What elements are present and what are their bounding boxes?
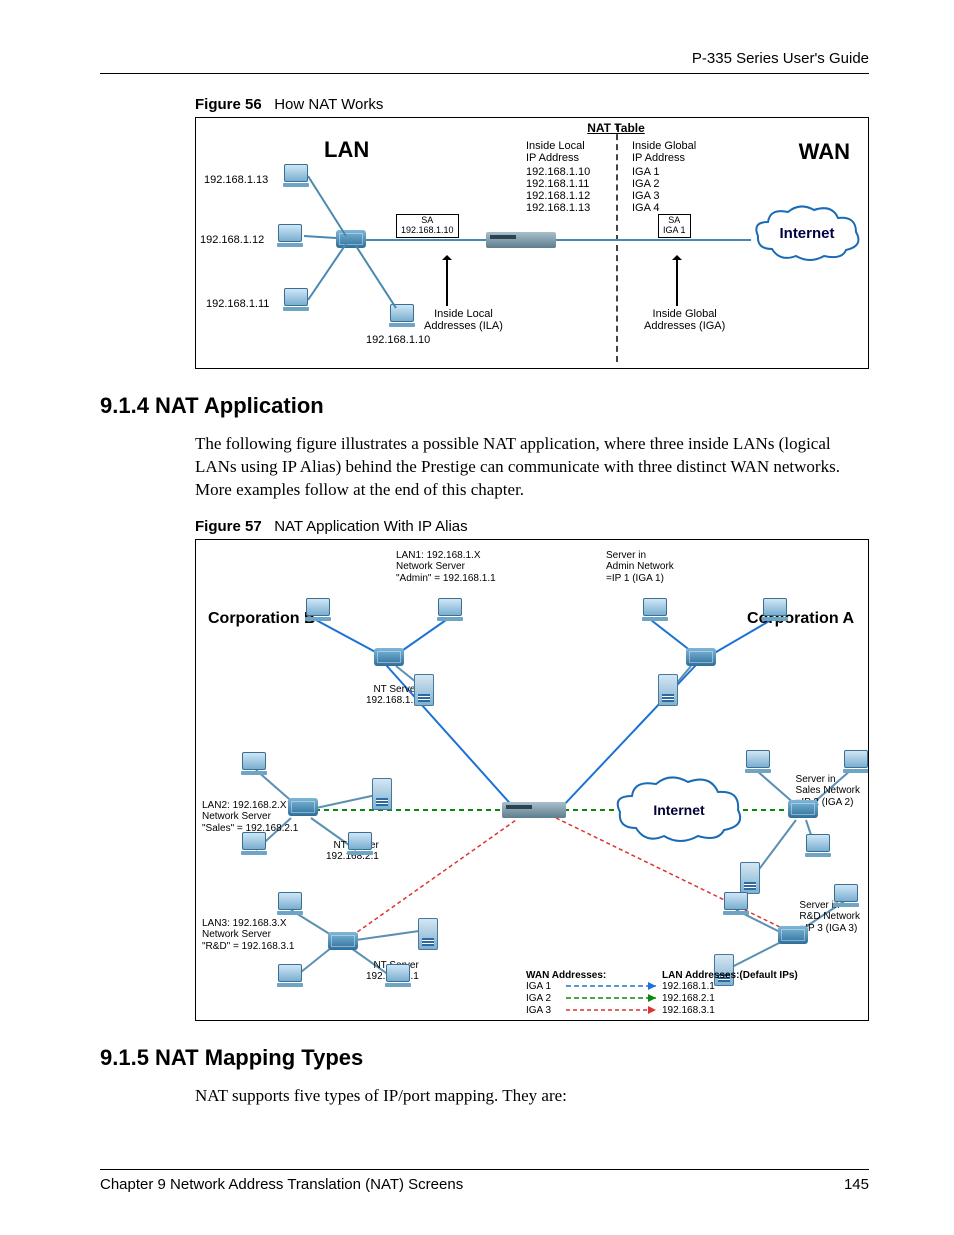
router-icon: [486, 232, 556, 248]
map-iga1: IGA 1: [526, 981, 551, 993]
switch-icon: [328, 932, 358, 950]
pc-icon: [240, 832, 268, 854]
section-915-paragraph: NAT supports five types of IP/port mappi…: [195, 1085, 869, 1108]
internet-cloud-icon: Internet: [752, 204, 862, 264]
figure56-title: How NAT Works: [274, 96, 383, 113]
prestige-router-icon: [502, 802, 566, 818]
internet-label: Internet: [614, 802, 744, 818]
pc-icon: [276, 964, 304, 986]
section-914-paragraph: The following figure illustrates a possi…: [195, 433, 869, 502]
sa-global-box: SA IGA 1: [658, 214, 691, 238]
map-lan1: 192.168.1.1: [662, 981, 715, 993]
switch-icon: [778, 926, 808, 944]
server-icon: [658, 674, 678, 706]
iga-arrow: [676, 256, 678, 306]
lan1-text: LAN1: 192.168.1.X Network Server "Admin"…: [396, 550, 496, 585]
pc-icon: [832, 884, 860, 906]
footer-page-number: 145: [844, 1176, 869, 1193]
pc-icon: [641, 598, 669, 620]
pc-icon: [304, 598, 332, 620]
pc-icon: [722, 892, 750, 914]
map-lan2: 192.168.2.1: [662, 993, 715, 1005]
lan2-text: LAN2: 192.168.2.X Network Server "Sales"…: [202, 800, 298, 835]
pc-icon: [346, 832, 374, 854]
footer-chapter: Chapter 9 Network Address Translation (N…: [100, 1176, 463, 1193]
figure57-title: NAT Application With IP Alias: [274, 518, 467, 535]
wan-addresses-header: WAN Addresses:: [526, 970, 606, 982]
figure57-number: Figure 57: [195, 518, 262, 535]
switch-icon: [686, 648, 716, 666]
pc-icon: [240, 752, 268, 774]
map-iga2: IGA 2: [526, 993, 551, 1005]
lan-addresses-header: LAN Addresses:(Default IPs): [662, 970, 798, 982]
figure57-diagram: Corporation B Corporation A LAN1: 192.16…: [195, 539, 869, 1021]
sa-local-box: SA 192.168.1.10: [396, 214, 459, 238]
lan3-text: LAN3: 192.168.3.X Network Server "R&D" =…: [202, 918, 294, 953]
section-914-heading: 9.1.4 NAT Application: [100, 393, 869, 419]
server-icon: [418, 918, 438, 950]
map-lan3: 192.168.3.1: [662, 1005, 715, 1017]
running-header: P-335 Series User's Guide: [100, 50, 869, 67]
figure56-diagram: LAN WAN NAT Table Inside Local IP Addres…: [195, 117, 869, 369]
pc-icon: [761, 598, 789, 620]
map-iga3: IGA 3: [526, 1005, 551, 1017]
pc-icon: [384, 964, 412, 986]
page-footer: Chapter 9 Network Address Translation (N…: [100, 1169, 869, 1193]
switch-icon: [288, 798, 318, 816]
switch-icon: [374, 648, 404, 666]
figure56-number: Figure 56: [195, 96, 262, 113]
ila-arrow: [446, 256, 448, 306]
pc-icon: [436, 598, 464, 620]
server-icon: [740, 862, 760, 894]
serverA1-label: Server in Admin Network =IP 1 (IGA 1): [606, 550, 674, 585]
figure57-caption: Figure 57 NAT Application With IP Alias: [195, 518, 869, 535]
internet-label: Internet: [752, 226, 862, 243]
pc-icon: [744, 750, 772, 772]
section-915-heading: 9.1.5 NAT Mapping Types: [100, 1045, 869, 1071]
ila-label: Inside Local Addresses (ILA): [424, 308, 503, 332]
internet-cloud-icon: Internet: [614, 776, 744, 846]
pc-icon: [804, 834, 832, 856]
server-icon: [372, 778, 392, 810]
corp-b-label: Corporation B: [208, 610, 316, 628]
server-icon: [414, 674, 434, 706]
pc-icon: [276, 892, 304, 914]
switch-icon: [788, 800, 818, 818]
iga-label: Inside Global Addresses (IGA): [644, 308, 725, 332]
figure56-caption: Figure 56 How NAT Works: [195, 96, 869, 113]
nt1-label: NT Server 192.168.1.1: [366, 684, 419, 707]
pc-icon: [842, 750, 869, 772]
